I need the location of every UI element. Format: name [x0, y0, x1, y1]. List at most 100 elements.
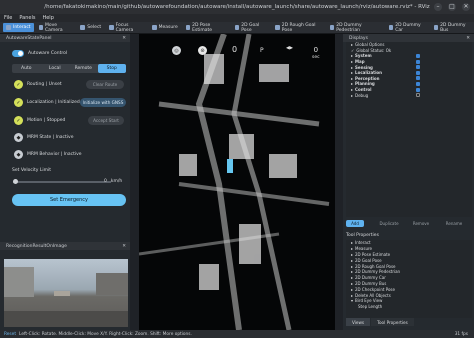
tool-2d-dummy-pedestrian[interactable]: 2D Dummy Pedestrian	[327, 23, 384, 33]
expand-icon[interactable]: ▸	[351, 42, 353, 47]
rename-display-button[interactable]: Rename	[442, 220, 466, 227]
tool-prop-label: Interact	[355, 240, 371, 246]
turn-signal-icon: ◀▶	[286, 46, 293, 51]
checkbox-checked[interactable]	[416, 53, 420, 58]
expand-icon[interactable]: ▾	[351, 298, 353, 303]
checkbox-checked[interactable]	[416, 70, 420, 75]
motion-row: ✓ Motion | Stopped	[14, 116, 65, 125]
checkbox-checked[interactable]	[416, 65, 420, 70]
tool-label: Focus Camera	[115, 22, 134, 33]
osd-settings-icon[interactable]: ◎	[172, 46, 181, 55]
tool-properties-list: ▸ Interact ▸ Measure ▸ 2D Pose Estimate ▸ 2D…	[346, 240, 472, 318]
tool-move-camera[interactable]: Move Camera	[36, 22, 76, 33]
add-display-button[interactable]: Add	[346, 220, 364, 227]
tool-prop-step-length[interactable]: Step Length	[346, 304, 472, 310]
mode-auto[interactable]: Auto	[12, 64, 41, 73]
autoware-control-toggle[interactable]	[12, 50, 24, 57]
accept-start-button[interactable]: Accept Start	[88, 116, 124, 125]
expand-icon[interactable]: ▸	[351, 59, 353, 64]
tool-2d-rough-goal-pose[interactable]: 2D Rough Goal Pose	[272, 23, 324, 33]
expand-icon[interactable]: ▸	[351, 81, 353, 86]
panel-close-icon[interactable]: ✕	[122, 36, 126, 41]
routing-row: ✓ Routing | Unset	[14, 80, 62, 89]
tool-label: 2D Goal Pose	[241, 22, 260, 33]
display-label: Debug	[355, 92, 369, 98]
tool-label: Select	[87, 25, 102, 30]
expand-icon[interactable]: ▸	[351, 264, 353, 269]
checkbox-unchecked[interactable]	[416, 93, 420, 98]
expand-icon[interactable]: ▸	[351, 293, 353, 298]
close-button[interactable]: ✕	[462, 3, 470, 11]
expand-icon[interactable]: ▸	[351, 281, 353, 286]
map-viewport[interactable]	[139, 34, 335, 330]
expand-icon[interactable]: ▸	[351, 76, 353, 81]
expand-icon[interactable]: ▸	[351, 93, 353, 98]
tool-interact[interactable]: Interact	[3, 23, 34, 32]
remove-display-button[interactable]: Remove	[410, 220, 432, 227]
tool-measure[interactable]: Measure	[149, 23, 181, 32]
checkbox-checked[interactable]	[416, 87, 420, 92]
set-emergency-button[interactable]: Set Emergency	[12, 194, 126, 206]
tool-properties-title: Tool Properties	[346, 233, 379, 238]
panel-close-icon[interactable]: ✕	[466, 36, 470, 41]
velocity-unit: km/h	[110, 179, 123, 184]
checkbox-checked[interactable]	[416, 76, 420, 81]
expand-icon[interactable]: ▸	[351, 287, 353, 292]
clear-route-button[interactable]: Clear Route	[86, 80, 124, 89]
minimize-button[interactable]: –	[434, 3, 442, 11]
shield-icon: ◆	[14, 150, 23, 159]
expand-icon[interactable]: ▸	[351, 240, 353, 245]
expand-icon[interactable]: ▸	[351, 258, 353, 263]
display-item-debug[interactable]: ▸ Debug	[346, 92, 472, 98]
motion-status: Motion | Stopped	[27, 118, 66, 123]
maximize-button[interactable]: □	[448, 3, 456, 11]
tab-views[interactable]: Views	[346, 318, 371, 326]
measure-icon	[151, 25, 157, 30]
tool-2d-goal-pose[interactable]: 2D Goal Pose	[232, 22, 271, 33]
expand-icon[interactable]: ▸	[351, 53, 353, 58]
camera-image	[4, 259, 128, 327]
checkbox-checked[interactable]	[416, 81, 420, 86]
checkbox-checked[interactable]	[416, 59, 420, 64]
initialize-gnss-button[interactable]: Initialize with GNSS	[80, 98, 126, 107]
display-label: Perception	[355, 75, 380, 81]
panel-close-icon[interactable]: ✕	[122, 244, 126, 249]
reset-button[interactable]: Reset	[4, 332, 16, 337]
duplicate-display-button[interactable]: Duplicate	[376, 220, 402, 227]
check-status-icon: ✓	[351, 47, 355, 53]
check-icon: ✓	[14, 80, 23, 89]
mrm-behavior-row: ◆ MRM Behavior | Inactive	[14, 150, 82, 159]
slider-handle[interactable]	[13, 179, 18, 184]
menu-panels[interactable]: Panels	[19, 15, 35, 21]
mode-local[interactable]: Local	[41, 64, 70, 73]
tool-prop-label: 2D Goal Pose	[355, 257, 382, 263]
ego-vehicle-marker	[227, 159, 233, 173]
expand-icon[interactable]: ▸	[351, 70, 353, 75]
localization-status: Localization | Initialized	[27, 100, 80, 105]
mode-remote[interactable]: Remote	[69, 64, 98, 73]
tool-2d-dummy-bus[interactable]: 2D Dummy Bus	[431, 23, 474, 33]
tool-label: Move Camera	[44, 22, 63, 33]
tool-2d-dummy-car[interactable]: 2D Dummy Car	[386, 23, 429, 33]
autoware-control-label: Autoware Control	[28, 51, 68, 56]
localization-row: ✓ Localization | Initialized	[14, 98, 80, 107]
displays-title: Displays	[349, 35, 368, 41]
expand-icon[interactable]: ▸	[351, 87, 353, 92]
expand-icon[interactable]: ▸	[351, 246, 353, 251]
tool-label: 2D Pose Estimate	[192, 22, 213, 33]
expand-icon[interactable]: ▸	[351, 65, 353, 70]
expand-icon[interactable]: ▸	[351, 269, 353, 274]
expand-icon[interactable]: ▸	[351, 252, 353, 257]
display-label: System	[355, 53, 372, 59]
tool-select[interactable]: Select	[77, 23, 104, 32]
mode-stop[interactable]: Stop	[97, 64, 126, 73]
tab-tool-properties[interactable]: Tool Properties	[371, 318, 414, 326]
tool-focus-camera[interactable]: Focus Camera	[106, 22, 146, 33]
tool-label: Measure	[158, 25, 178, 30]
panel-title: AutowareStatePanel	[6, 35, 52, 41]
menu-help[interactable]: Help	[42, 15, 53, 21]
tool-2d-pose-estimate[interactable]: 2D Pose Estimate	[183, 22, 230, 33]
expand-icon[interactable]: ▸	[351, 275, 353, 280]
menu-file[interactable]: File	[4, 15, 12, 21]
velocity-limit-slider[interactable]	[13, 179, 111, 184]
